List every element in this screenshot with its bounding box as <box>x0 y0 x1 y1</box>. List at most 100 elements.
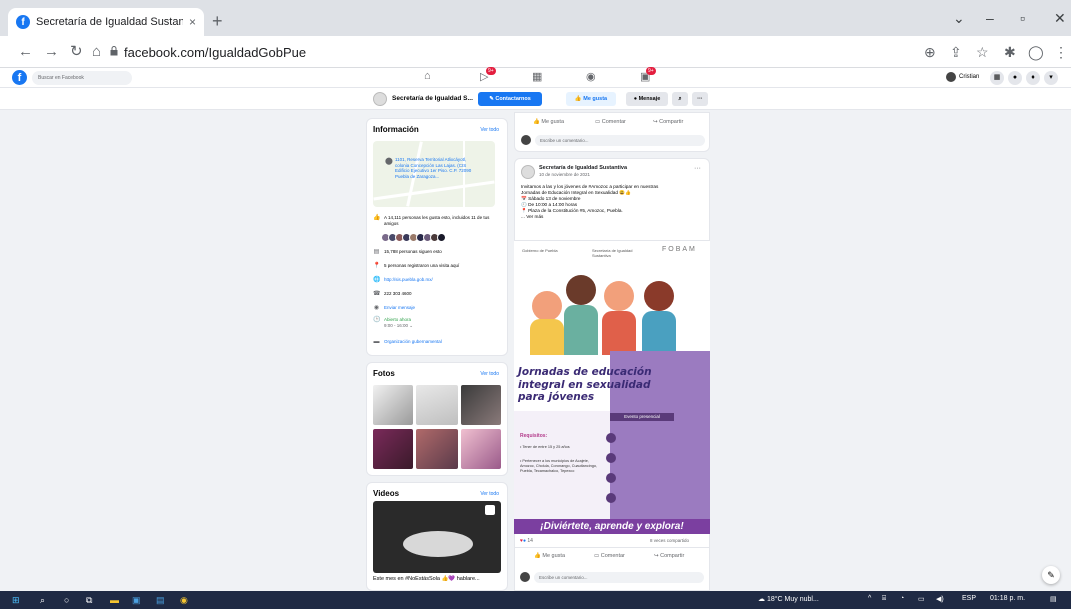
message-button[interactable]: ● Mensaje <box>626 92 668 106</box>
menu-icon[interactable]: ⋮ <box>1054 44 1068 61</box>
extensions-icon[interactable]: ✱ <box>1004 44 1016 61</box>
profile-icon[interactable]: ◯ <box>1028 44 1044 61</box>
photo-thumb[interactable] <box>416 429 458 469</box>
start-icon[interactable]: ⊞ <box>12 594 20 606</box>
user-profile-link[interactable]: Cristian <box>946 72 979 82</box>
photo-thumb[interactable] <box>416 385 458 425</box>
bookmark-star-icon[interactable]: ☆ <box>976 44 989 61</box>
url-input[interactable]: facebook.com/IgualdadGobPue <box>124 45 306 60</box>
tab-search-icon[interactable]: ⌄ <box>953 10 965 27</box>
network-icon[interactable]: ⌸ <box>882 595 886 603</box>
clock-icon: 🕒 <box>373 317 381 323</box>
gaming-nav-icon[interactable]: ▣ 9+ <box>640 67 656 83</box>
photo-thumb[interactable] <box>461 429 501 469</box>
search-icon[interactable]: ⌕ <box>40 594 45 606</box>
page-name[interactable]: Secretaría de Igualdad S... <box>392 95 473 102</box>
groups-nav-icon[interactable]: ◉ <box>586 70 596 83</box>
new-message-icon[interactable]: ✎ <box>1042 566 1060 584</box>
photo-thumb[interactable] <box>373 429 413 469</box>
shares-count[interactable]: 8 veces compartido <box>650 538 689 543</box>
account-menu-icon[interactable]: ▾ <box>1044 71 1058 85</box>
marketplace-nav-icon[interactable]: ▦ <box>532 70 542 83</box>
see-more-link[interactable]: ... Ver más <box>521 214 707 220</box>
post-author[interactable]: Secretaría de Igualdad Sustantiva <box>539 165 627 171</box>
reload-icon[interactable]: ↻ <box>70 44 83 60</box>
tray-chevron-icon[interactable]: ^ <box>868 595 871 602</box>
post-like-action[interactable]: 👍 Me gusta <box>534 553 565 559</box>
home-icon[interactable]: ⌂ <box>92 44 101 60</box>
browser-tab[interactable]: f Secretaría de Igualdad Sustantiv × <box>8 8 204 36</box>
zoom-icon[interactable]: ⊕ <box>924 44 936 61</box>
share-icon[interactable]: ⇪ <box>950 44 962 61</box>
video-thumbnail[interactable] <box>373 501 501 573</box>
category-link[interactable]: Organización gubernamental <box>384 339 442 345</box>
website-row[interactable]: 🌐 http://sis.puebla.gob.mx/ <box>373 277 433 283</box>
location-map[interactable]: ⬤ 1101, Reserva Territorial Atlixcáyotl,… <box>373 141 495 207</box>
store-icon[interactable]: ▣ <box>132 594 141 606</box>
menu-grid-icon[interactable]: ▦ <box>990 71 1004 85</box>
friends-avatars[interactable] <box>381 233 446 242</box>
address-text[interactable]: 1101, Reserva Territorial Atlixcáyotl, c… <box>395 157 475 179</box>
reactions-count[interactable]: ♥● 14 <box>520 538 533 544</box>
forward-icon[interactable]: → <box>44 44 59 60</box>
info-see-all-link[interactable]: Ver todo <box>480 127 499 133</box>
videos-see-all-link[interactable]: Ver todo <box>480 491 499 497</box>
new-tab-button[interactable]: + <box>212 12 223 30</box>
close-window-icon[interactable]: ✕ <box>1054 10 1066 27</box>
previous-post-footer: 👍 Me gusta ▭ Comentar ↪ Compartir Escrib… <box>514 112 710 152</box>
post-date[interactable]: 10 de noviembre de 2021 <box>539 172 590 177</box>
address-bar: ← → ↻ ⌂ facebook.com/IgualdadGobPue ⊕ ⇪ … <box>0 36 1071 68</box>
send-message-link[interactable]: Enviar mensaje <box>384 305 415 311</box>
home-nav-icon[interactable]: ⌂ <box>424 70 431 82</box>
more-options-icon[interactable]: ··· <box>692 92 708 106</box>
contact-button[interactable]: ✎ Contactarnos <box>478 92 542 106</box>
like-action[interactable]: 👍 Me gusta <box>533 119 564 125</box>
post-comment-input[interactable]: Escribe un comentario... <box>534 572 704 583</box>
volume-icon[interactable]: ◀) <box>936 595 944 603</box>
website-link[interactable]: http://sis.puebla.gob.mx/ <box>384 277 433 283</box>
comment-input[interactable]: Escribe un comentario... <box>535 135 705 146</box>
action-center-icon[interactable]: ▤ <box>1050 595 1057 603</box>
comment-action[interactable]: ▭ Comentar <box>595 119 626 125</box>
cortana-icon[interactable]: ○ <box>64 594 69 606</box>
photos-see-all-link[interactable]: Ver todo <box>480 371 499 377</box>
restore-icon[interactable]: ▫ <box>1020 10 1025 26</box>
globe-icon: 🌐 <box>373 277 381 283</box>
photo-thumb[interactable] <box>461 385 501 425</box>
post-share-action[interactable]: ↪ Compartir <box>654 553 684 559</box>
post-comment-label: Comentar <box>600 553 625 559</box>
minimize-icon[interactable]: – <box>986 10 994 26</box>
language-indicator[interactable]: ESP <box>962 595 976 602</box>
weather-widget[interactable]: ☁ 18°C Muy nubl... <box>758 595 819 603</box>
category-row[interactable]: ▬ Organización gubernamental <box>373 339 442 345</box>
task-view-icon[interactable]: ⧉ <box>86 594 92 606</box>
messenger-icon[interactable]: ● <box>1008 71 1022 85</box>
post-comment-action[interactable]: ▭ Comentar <box>594 553 625 559</box>
message-button-label: Mensaje <box>638 96 661 102</box>
photo-thumb[interactable] <box>373 385 413 425</box>
mail-icon[interactable]: ▤ <box>156 594 165 606</box>
page-avatar[interactable] <box>373 92 387 106</box>
post-author-avatar[interactable] <box>521 165 535 179</box>
file-explorer-icon[interactable]: ▬ <box>110 594 119 606</box>
video-caption[interactable]: Este mes en #NoEstásSola 👍💜 hablare... <box>373 576 480 582</box>
display-icon[interactable]: ▭ <box>918 595 925 603</box>
facebook-logo-icon[interactable]: f <box>12 70 27 85</box>
page-search-icon[interactable]: ⌕ <box>672 92 688 106</box>
like-page-button[interactable]: 👍 Me gusta <box>566 92 616 106</box>
watch-nav-icon[interactable]: ▷ 9+ <box>480 67 496 83</box>
send-message-row[interactable]: ◉ Enviar mensaje <box>373 305 415 311</box>
clock[interactable]: 01:18 p. m. <box>990 595 1025 602</box>
chrome-icon[interactable]: ◉ <box>180 594 188 606</box>
tab-close-icon[interactable]: × <box>189 15 196 29</box>
share-action[interactable]: ↪ Compartir <box>653 119 683 125</box>
facebook-search-input[interactable]: Buscar en Facebook <box>32 71 132 85</box>
post-options-icon[interactable]: ··· <box>694 165 701 172</box>
notifications-icon[interactable]: ♦ <box>1026 71 1040 85</box>
back-icon[interactable]: ← <box>18 44 33 60</box>
wifi-icon[interactable]: ◔ <box>900 595 904 602</box>
hours-row[interactable]: 🕒 Abierto ahora 9:00 - 16:00 ⌄ <box>373 317 413 329</box>
phone-icon: ☎ <box>373 291 381 297</box>
checkin-icon: 📍 <box>373 263 381 269</box>
post-image[interactable]: Gobierno de Puebla Secretaría de Igualda… <box>514 240 710 534</box>
